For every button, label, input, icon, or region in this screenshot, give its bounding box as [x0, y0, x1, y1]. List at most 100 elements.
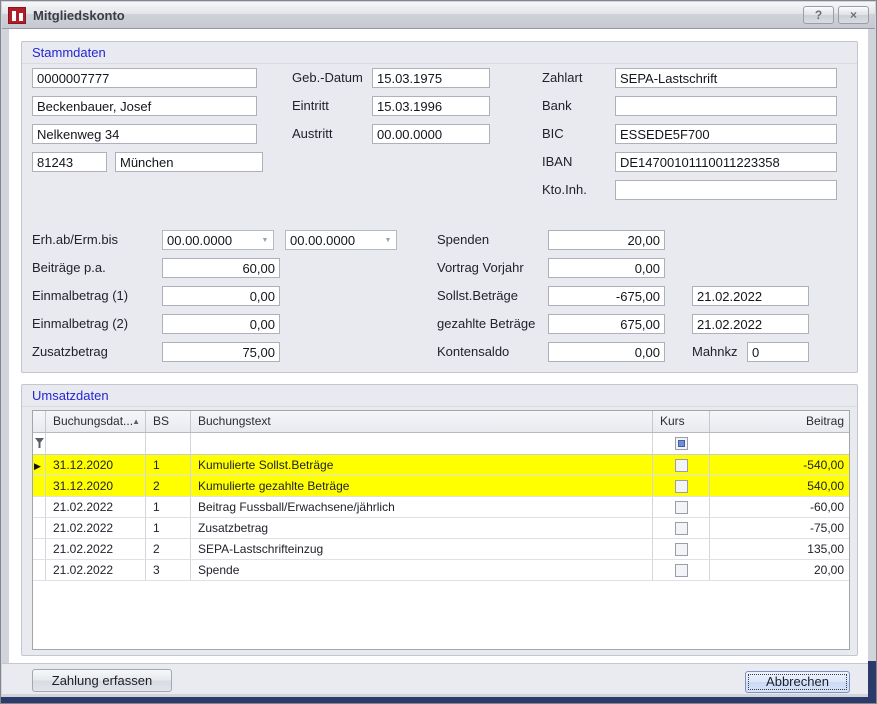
table-row[interactable]: 21.02.2022 1 Beitrag Fussball/Erwachsene…	[33, 497, 849, 518]
cell-bs[interactable]: 1	[146, 518, 191, 538]
kurs-filter-checkbox[interactable]	[675, 437, 688, 450]
geb-datum-label: Geb.-Datum	[292, 68, 363, 88]
ktoinh-label: Kto.Inh.	[542, 180, 587, 200]
ktoinh-field[interactable]	[615, 180, 837, 200]
mahnkz-field[interactable]	[747, 342, 809, 362]
kurs-checkbox[interactable]	[675, 564, 688, 577]
table-row[interactable]: 21.02.2022 3 Spende 20,00	[33, 560, 849, 581]
cell-buchungstext[interactable]: SEPA-Lastschrifteinzug	[191, 539, 653, 559]
cell-buchungsdatum[interactable]: 21.02.2022	[46, 560, 146, 580]
footer-bar: Zahlung erfassen Abbrechen	[2, 663, 875, 694]
groupbox-stammdaten: Stammdaten Geb.-Datum Zahlart Eintritt B…	[21, 41, 858, 373]
cell-bs[interactable]: 2	[146, 476, 191, 496]
zip-field[interactable]	[32, 152, 107, 172]
austritt-label: Austritt	[292, 124, 332, 144]
table-row[interactable]: 21.02.2022 2 SEPA-Lastschrifteinzug 135,…	[33, 539, 849, 560]
eintritt-field[interactable]	[372, 96, 490, 116]
name-field[interactable]	[32, 96, 257, 116]
row-indicator-cell	[33, 476, 46, 496]
column-header-bs[interactable]: BS	[146, 411, 191, 432]
cell-buchungsdatum[interactable]: 31.12.2020	[46, 476, 146, 496]
cell-buchungstext[interactable]: Kumulierte gezahlte Beträge	[191, 476, 653, 496]
kurs-checkbox[interactable]	[675, 522, 688, 535]
erh-ab-value[interactable]	[163, 231, 257, 249]
cell-kurs[interactable]	[653, 455, 710, 475]
geb-datum-field[interactable]	[372, 68, 490, 88]
filter-cell-kurs[interactable]	[653, 433, 710, 454]
column-header-beitrag[interactable]: Beitrag	[710, 411, 850, 432]
zahlart-field[interactable]	[615, 68, 837, 88]
gezahlt-field[interactable]	[548, 314, 665, 334]
cell-buchungstext[interactable]: Kumulierte Sollst.Beträge	[191, 455, 653, 475]
help-icon[interactable]: ?	[803, 6, 834, 24]
kontensaldo-label: Kontensaldo	[437, 342, 509, 362]
cell-beitrag[interactable]: 540,00	[710, 476, 850, 496]
filter-cell-bs[interactable]	[146, 433, 191, 454]
iban-field[interactable]	[615, 152, 837, 172]
cell-bs[interactable]: 1	[146, 455, 191, 475]
filter-cell-betrag[interactable]	[710, 433, 850, 454]
cell-beitrag[interactable]: -60,00	[710, 497, 850, 517]
bic-field[interactable]	[615, 124, 837, 144]
cell-beitrag[interactable]: -540,00	[710, 455, 850, 475]
abbrechen-button[interactable]: Abbrechen	[745, 671, 850, 693]
cell-kurs[interactable]	[653, 518, 710, 538]
zahlung-erfassen-button[interactable]: Zahlung erfassen	[32, 669, 172, 692]
gezahlt-label: gezahlte Beträge	[437, 314, 535, 334]
cell-bs[interactable]: 1	[146, 497, 191, 517]
gezahlt-datum-field[interactable]	[692, 314, 809, 334]
cell-buchungsdatum[interactable]: 21.02.2022	[46, 539, 146, 559]
zusatzbetrag-field[interactable]	[162, 342, 280, 362]
beitraege-field[interactable]	[162, 258, 280, 278]
kurs-checkbox[interactable]	[675, 501, 688, 514]
filter-cell-datum[interactable]	[46, 433, 146, 454]
cell-kurs[interactable]	[653, 539, 710, 559]
cell-beitrag[interactable]: 20,00	[710, 560, 850, 580]
table-header-row: Buchungsdat... ▲ BS Buchungstext Kurs Be…	[33, 411, 849, 433]
column-header-buchungstext[interactable]: Buchungstext	[191, 411, 653, 432]
cell-buchungstext[interactable]: Zusatzbetrag	[191, 518, 653, 538]
table-row[interactable]: 31.12.2020 2 Kumulierte gezahlte Beträge…	[33, 476, 849, 497]
cell-buchungsdatum[interactable]: 21.02.2022	[46, 518, 146, 538]
chevron-down-icon[interactable]: ▼	[257, 231, 273, 249]
cell-buchungstext[interactable]: Beitrag Fussball/Erwachsene/jährlich	[191, 497, 653, 517]
sollst-datum-field[interactable]	[692, 286, 809, 306]
cell-kurs[interactable]	[653, 560, 710, 580]
cell-kurs[interactable]	[653, 476, 710, 496]
austritt-field[interactable]	[372, 124, 490, 144]
cell-beitrag[interactable]: 135,00	[710, 539, 850, 559]
cell-kurs[interactable]	[653, 497, 710, 517]
erm-bis-combo[interactable]: ▼	[285, 230, 397, 250]
cell-beitrag[interactable]: -75,00	[710, 518, 850, 538]
spenden-field[interactable]	[548, 230, 665, 250]
erh-ab-combo[interactable]: ▼	[162, 230, 274, 250]
vortrag-field[interactable]	[548, 258, 665, 278]
cell-buchungstext[interactable]: Spende	[191, 560, 653, 580]
kontensaldo-field[interactable]	[548, 342, 665, 362]
kurs-checkbox[interactable]	[675, 543, 688, 556]
chevron-down-icon[interactable]: ▼	[380, 231, 396, 249]
einmalbetrag2-field[interactable]	[162, 314, 280, 334]
close-icon[interactable]: ×	[838, 6, 869, 24]
filter-cell-text[interactable]	[191, 433, 653, 454]
erm-bis-value[interactable]	[286, 231, 380, 249]
bank-field[interactable]	[615, 96, 837, 116]
cell-bs[interactable]: 2	[146, 539, 191, 559]
column-header-buchungsdatum[interactable]: Buchungsdat... ▲	[46, 411, 146, 432]
table-row[interactable]: 21.02.2022 1 Zusatzbetrag -75,00	[33, 518, 849, 539]
city-field[interactable]	[115, 152, 263, 172]
street-field[interactable]	[32, 124, 257, 144]
kurs-checkbox[interactable]	[675, 480, 688, 493]
zusatzbetrag-label: Zusatzbetrag	[32, 342, 108, 362]
table-row[interactable]: ▶ 31.12.2020 1 Kumulierte Sollst.Beträge…	[33, 455, 849, 476]
cell-buchungsdatum[interactable]: 21.02.2022	[46, 497, 146, 517]
cell-bs[interactable]: 3	[146, 560, 191, 580]
einmalbetrag1-field[interactable]	[162, 286, 280, 306]
kurs-checkbox[interactable]	[675, 459, 688, 472]
vortrag-label: Vortrag Vorjahr	[437, 258, 524, 278]
column-header-kurs[interactable]: Kurs	[653, 411, 710, 432]
cell-buchungsdatum[interactable]: 31.12.2020	[46, 455, 146, 475]
sollst-field[interactable]	[548, 286, 665, 306]
row-indicator-cell	[33, 497, 46, 517]
member-number-field[interactable]	[32, 68, 257, 88]
